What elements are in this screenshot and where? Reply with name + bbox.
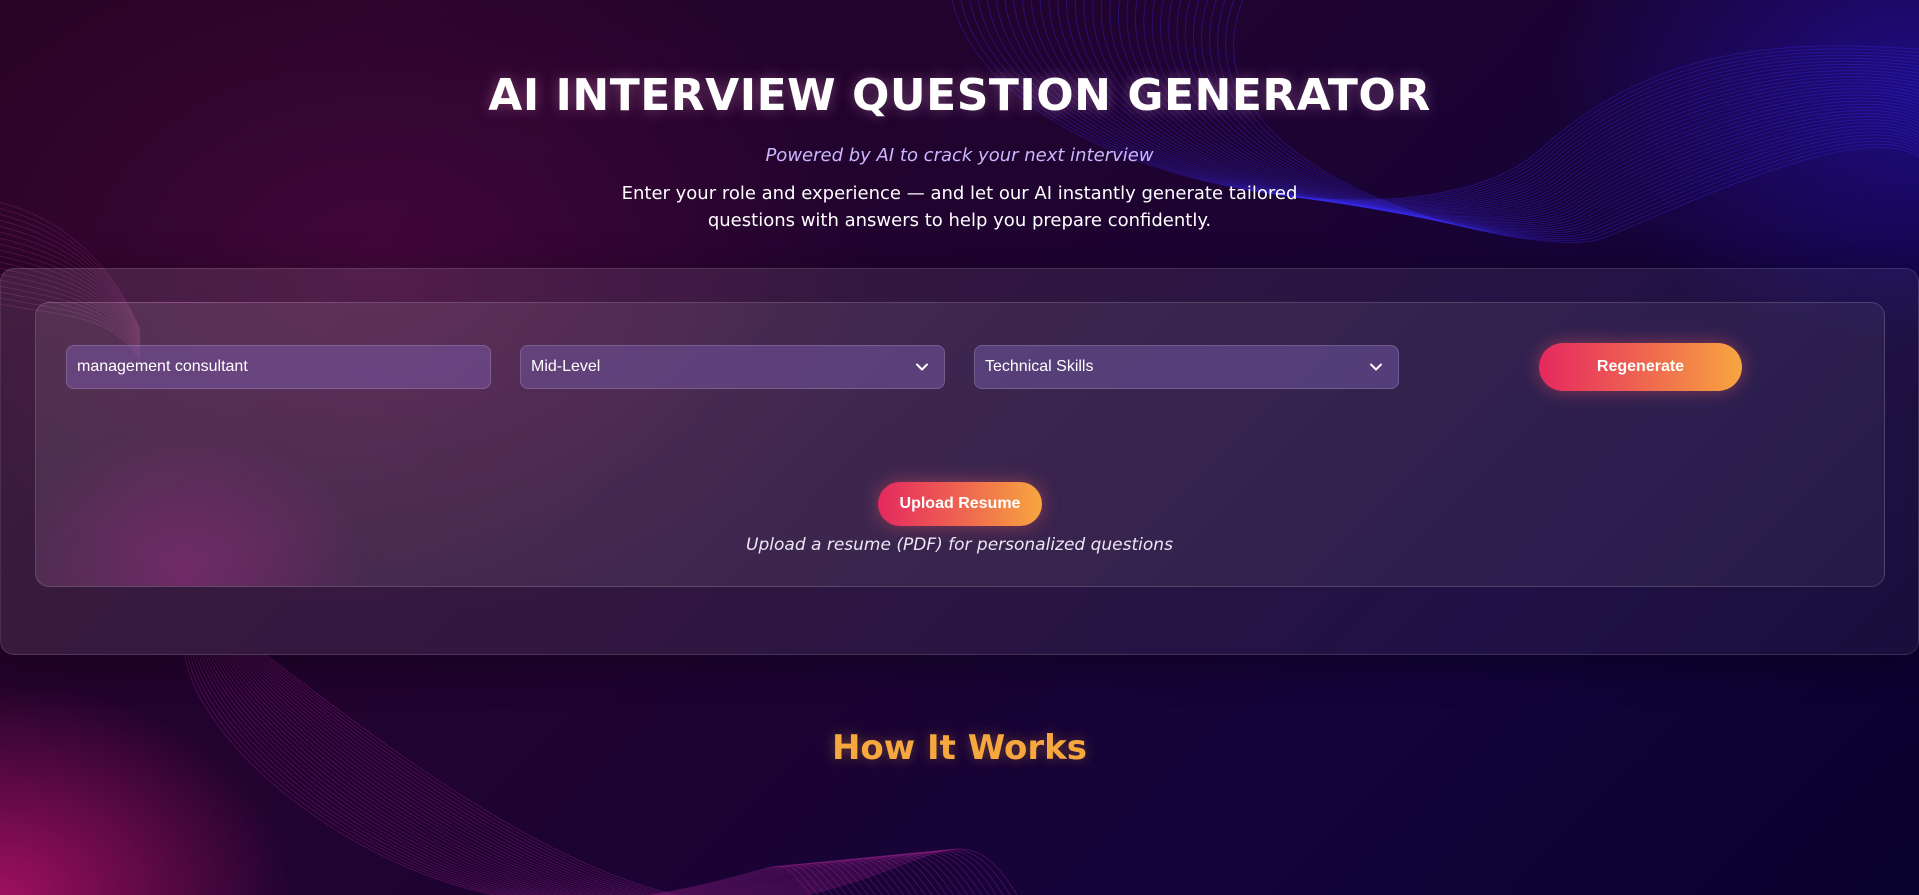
how-it-works-heading: How It Works [831,728,1088,768]
wave-line [220,654,905,895]
upload-resume-button[interactable]: Upload Resume [878,482,1042,526]
chevron-down-icon [914,359,930,375]
upload-hint: Upload a resume (PDF) for personalized q… [746,535,1173,555]
regenerate-button[interactable]: Regenerate [1539,343,1742,391]
wave-line [249,654,976,895]
wave-line [226,654,919,895]
wave-line [243,654,962,895]
wave-line [201,654,855,895]
wave-line [263,654,1011,895]
wave-line [254,654,990,895]
experience-level-value: Mid-Level [531,358,601,375]
wave-lines-bottom-left [184,654,1018,895]
wave-line [209,654,876,895]
wave-line [192,654,834,895]
wave-line [240,654,954,895]
wave-line [257,654,997,895]
experience-level-select[interactable]: Mid-Level [520,345,945,389]
question-category-value: Technical Skills [985,358,1094,375]
wave-line [215,654,891,895]
wave-line [206,654,869,895]
tagline: Powered by AI to crack your next intervi… [765,145,1154,166]
wave-line [260,654,1004,895]
wave-line [198,654,848,895]
wave-line [251,654,983,895]
role-input-value: management consultant [77,358,248,375]
wave-line [265,654,1018,895]
wave-line [223,654,912,895]
wave-line [184,654,812,895]
wave-line [235,654,940,895]
wave-line [187,654,819,895]
wave-line [204,654,862,895]
chevron-down-icon [1368,359,1384,375]
wave-line [246,654,969,895]
wave-line [237,654,947,895]
wave-line [212,654,883,895]
intro-description: Enter your role and experience — and let… [621,183,1298,231]
wave-line [232,654,933,895]
role-input[interactable]: management consultant [66,345,491,389]
wave-line [195,654,841,895]
wave-line [190,654,826,895]
page-title: AI INTERVIEW QUESTION GENERATOR [488,70,1431,121]
wave-line [218,654,898,895]
question-category-select[interactable]: Technical Skills [974,345,1399,389]
wave-line [1233,0,1919,243]
wave-line [229,654,926,895]
